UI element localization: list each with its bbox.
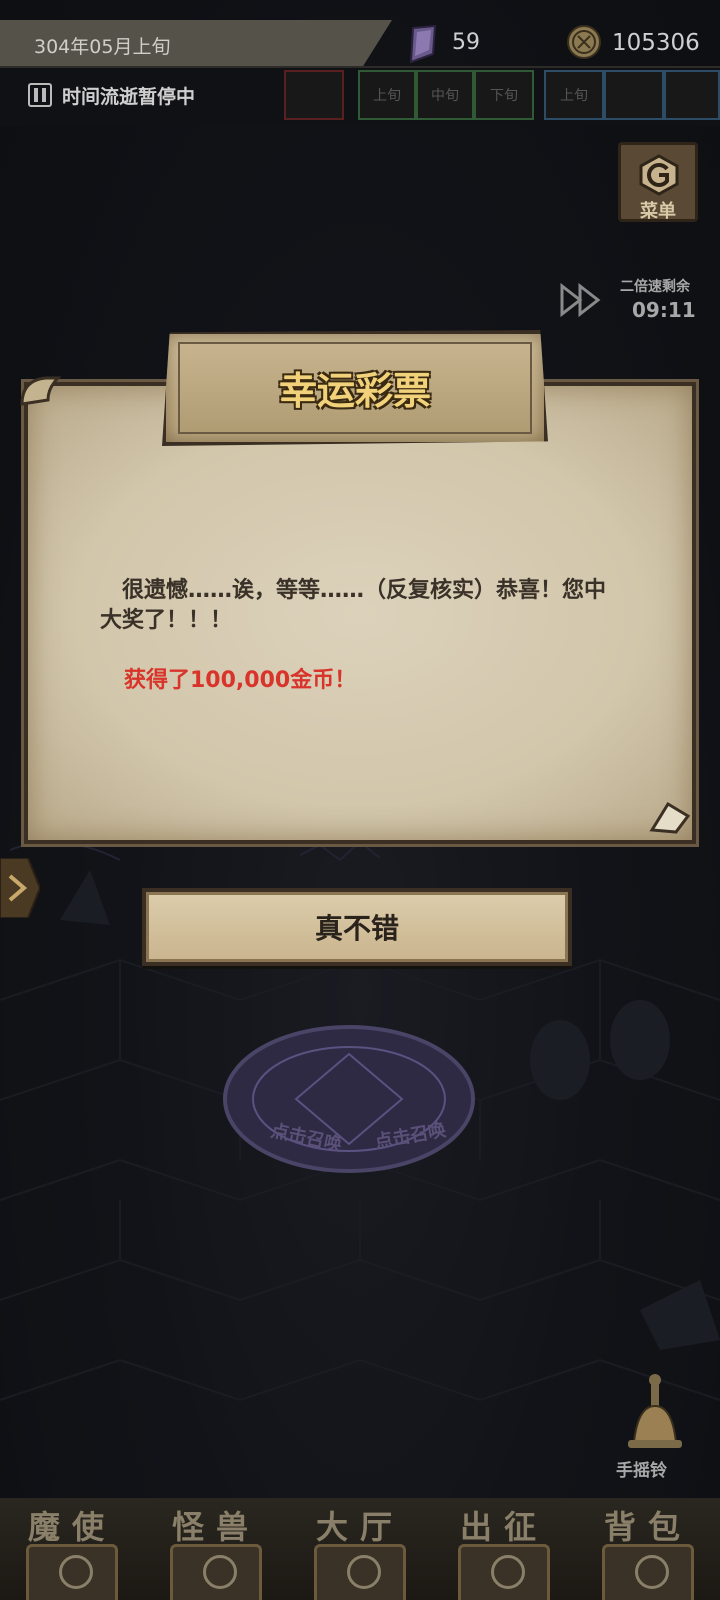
time-segment-late: 下旬: [474, 70, 534, 120]
time-segment: [284, 70, 344, 120]
fast-forward-icon[interactable]: [560, 282, 604, 318]
nav-tab-label: 魔使: [27, 1508, 116, 1546]
nav-tab-label: 背包: [603, 1508, 692, 1546]
pause-icon[interactable]: [28, 83, 52, 107]
time-segment: [664, 70, 720, 120]
speed-label: 二倍速剩余: [620, 279, 690, 295]
nav-icon-frame: [314, 1544, 406, 1600]
nav-icon-frame: [26, 1544, 118, 1600]
crystal-icon: [409, 24, 437, 64]
nav-tab-expedition[interactable]: 出征: [432, 1498, 576, 1600]
confirm-button[interactable]: 真不错: [142, 888, 572, 966]
speed-timer: 09:11: [632, 298, 696, 322]
nav-tab-monsters[interactable]: 怪兽: [144, 1498, 288, 1600]
hall-creature-icon: [347, 1555, 381, 1589]
date-text: 304年05月上旬: [34, 35, 171, 58]
reward-text: 获得了100,000金币！: [124, 668, 357, 693]
expedition-icon: [491, 1555, 525, 1589]
monster-face-icon: [203, 1555, 237, 1589]
nav-icon-frame: [170, 1544, 262, 1600]
time-status-text: 时间流逝暂停中: [62, 86, 196, 108]
summon-circle[interactable]: 点击召唤 点击召唤: [222, 1024, 476, 1174]
nav-tab-label: 怪兽: [171, 1508, 260, 1546]
hand-bell-icon[interactable]: [620, 1372, 690, 1458]
time-segment-early: 上旬: [358, 70, 416, 120]
left-arrow-icon[interactable]: [0, 858, 40, 918]
dialog-message: 很遗憾……诶，等等……（反复核实）恭喜！您中大奖了！！！: [100, 578, 607, 633]
backpack-icon: [635, 1555, 669, 1589]
gold-coin-icon: [567, 25, 601, 59]
confirm-button-label: 真不错: [314, 912, 399, 945]
skull-icon: [59, 1555, 93, 1589]
nav-tab-label: 出征: [459, 1508, 548, 1546]
menu-label: 菜单: [640, 201, 676, 222]
crystal-count: 59: [452, 30, 480, 55]
scroll-curl-decoration: [649, 801, 691, 834]
time-segment-next-early: 上旬: [544, 70, 604, 120]
bell-label: 手摇铃: [616, 1461, 667, 1481]
gold-count: 105306: [612, 30, 700, 56]
time-segment: [604, 70, 664, 120]
nav-icon-frame: [602, 1544, 694, 1600]
scroll-curl-decoration: [20, 376, 62, 406]
menu-button[interactable]: 菜单: [618, 142, 698, 222]
nav-tab-messenger[interactable]: 魔使: [0, 1498, 144, 1600]
time-segment-mid: 中旬: [416, 70, 474, 120]
dialog-title: 幸运彩票: [278, 369, 431, 413]
menu-g-icon: [639, 154, 679, 196]
nav-tab-label: 大厅: [315, 1508, 404, 1546]
nav-tab-hall[interactable]: 大厅: [288, 1498, 432, 1600]
nav-icon-frame: [458, 1544, 550, 1600]
date-banner: 304年05月上旬: [0, 20, 392, 70]
nav-tab-backpack[interactable]: 背包: [576, 1498, 720, 1600]
